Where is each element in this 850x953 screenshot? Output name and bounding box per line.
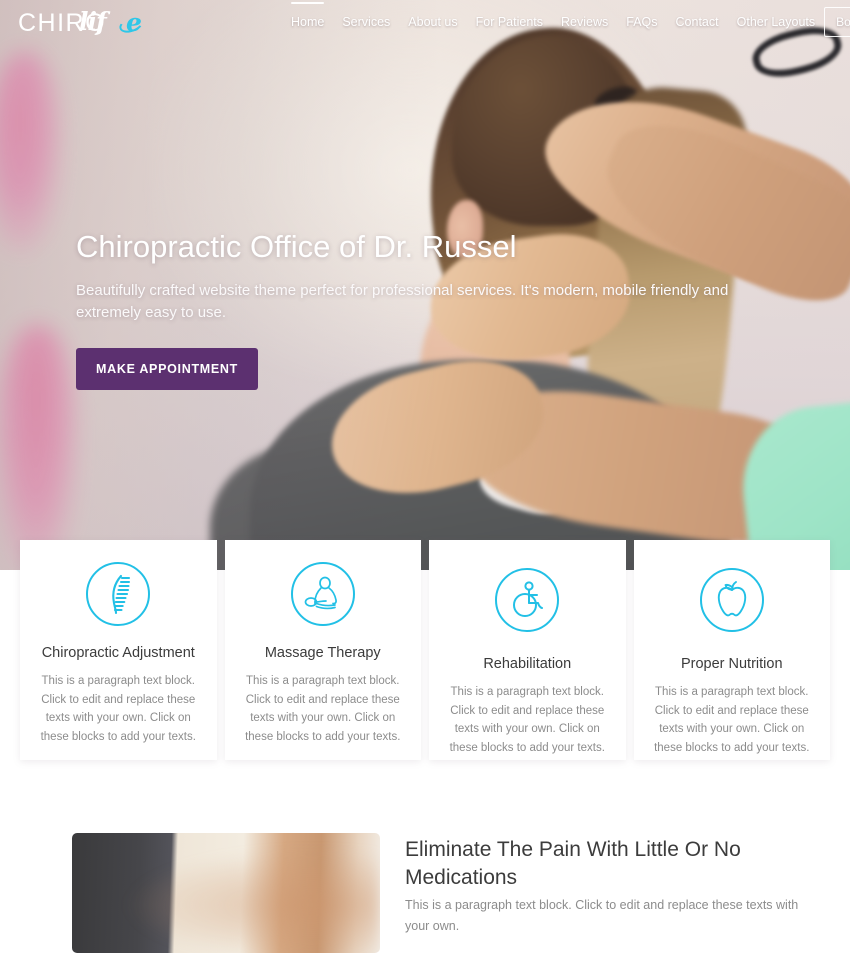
hero-copy: Chiropractic Office of Dr. Russel Beauti…	[76, 228, 786, 390]
nav-item-other-layouts[interactable]: Other Layouts	[728, 9, 825, 35]
service-card-text: This is a paragraph text block. Click to…	[654, 686, 810, 754]
feature-heading: Eliminate The Pain With Little Or No Med…	[405, 838, 741, 889]
logo-text-accent-e: e	[126, 8, 142, 37]
hero-title: Chiropractic Office of Dr. Russel	[76, 229, 517, 264]
main-navigation: Home Services About us For Patients Revi…	[282, 2, 825, 35]
nav-item-reviews[interactable]: Reviews	[552, 9, 617, 35]
nav-item-home[interactable]: Home	[282, 2, 333, 35]
service-card-title: Proper Nutrition	[680, 656, 783, 672]
service-card-massage-therapy[interactable]: Massage Therapy This is a paragraph text…	[224, 540, 421, 760]
service-card-chiropractic-adjustment[interactable]: Chiropractic Adjustment This is a paragr…	[20, 540, 217, 760]
spine-icon	[86, 562, 151, 626]
hero-subtitle: Beautifully crafted website theme perfec…	[76, 282, 729, 321]
service-card-text: This is a paragraph text block. Click to…	[40, 675, 196, 743]
feature-section: Eliminate The Pain With Little Or No Med…	[0, 760, 850, 953]
wheelchair-icon	[495, 568, 560, 632]
service-card-title: Massage Therapy	[264, 645, 381, 661]
service-cards: Chiropractic Adjustment This is a paragr…	[0, 540, 850, 760]
feature-body-text: This is a paragraph text block. Click to…	[405, 898, 799, 934]
service-card-proper-nutrition[interactable]: Proper Nutrition This is a paragraph tex…	[633, 540, 830, 760]
nav-item-about-us[interactable]: About us	[399, 9, 466, 35]
nav-item-services[interactable]: Services	[333, 9, 399, 35]
site-logo[interactable]: CHIRO lif e	[18, 5, 154, 39]
book-appointment-button[interactable]: Book Appointment	[824, 7, 850, 37]
service-card-text: This is a paragraph text block. Click to…	[245, 675, 401, 743]
nav-item-faqs[interactable]: FAQs	[617, 9, 666, 35]
feature-image	[72, 833, 380, 953]
apple-icon	[699, 568, 764, 632]
service-card-title: Rehabilitation	[483, 656, 572, 672]
service-card-text: This is a paragraph text block. Click to…	[449, 686, 605, 754]
service-card-title: Chiropractic Adjustment	[41, 645, 195, 661]
nav-item-contact[interactable]: Contact	[667, 9, 728, 35]
make-appointment-button[interactable]: MAKE APPOINTMENT	[76, 347, 258, 390]
service-card-rehabilitation[interactable]: Rehabilitation This is a paragraph text …	[429, 540, 626, 760]
massage-icon	[290, 562, 355, 626]
logo-text-life: lif	[79, 7, 107, 36]
hero-section: CHIRO lif e Home Services About us For P…	[0, 0, 850, 570]
site-header: CHIRO lif e Home Services About us For P…	[0, 0, 850, 44]
nav-item-for-patients[interactable]: For Patients	[467, 9, 552, 35]
